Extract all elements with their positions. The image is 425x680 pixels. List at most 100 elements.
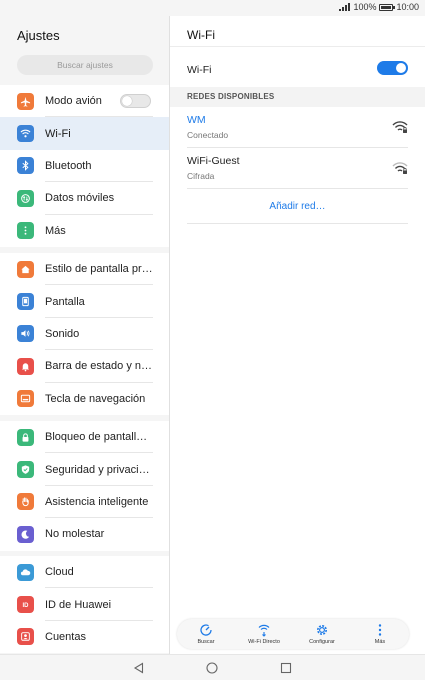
status-bar: 100% 10:00 (0, 0, 425, 16)
sidebar-item-label: Estilo de pantalla principal (45, 263, 153, 276)
lock-icon (17, 428, 34, 446)
svg-text:ID: ID (23, 603, 30, 609)
title-divider (170, 46, 425, 47)
settings-gear-icon (317, 625, 327, 635)
home-icon (17, 260, 34, 278)
sidebar-item-navigation-key[interactable]: Tecla de navegación (0, 383, 169, 415)
status-indicators: 100% 10:00 (339, 2, 419, 12)
network-item-wm[interactable]: WM Conectado (187, 108, 408, 148)
refresh-search-icon (200, 624, 212, 636)
wifi-toggle-switch[interactable] (377, 61, 408, 75)
wifi-locked-signal-icon (392, 162, 408, 174)
wifi-icon (17, 125, 34, 143)
sidebar-item-label: Bloqueo de pantalla y contraseñas (45, 431, 153, 444)
bluetooth-icon (17, 157, 34, 175)
sidebar-item-label: ID de Huawei (45, 598, 112, 611)
settings-group-display: Estilo de pantalla principal Pantalla So… (0, 253, 169, 415)
add-network-button[interactable]: Añadir red… (187, 198, 408, 224)
wifi-toggle-row[interactable]: Wi-Fi (187, 60, 408, 76)
sidebar-item-label: Seguridad y privacidad (45, 463, 153, 476)
sidebar-item-wifi[interactable]: Wi-Fi (0, 117, 169, 150)
network-status: Conectado (187, 130, 229, 140)
add-network-label: Añadir red… (269, 201, 326, 212)
airplane-icon (17, 92, 34, 110)
more-options-button[interactable]: Más (354, 623, 406, 645)
sidebar-item-sound[interactable]: Sonido (0, 318, 169, 351)
sidebar-item-huawei-id[interactable]: ID ID de Huawei (0, 588, 169, 621)
id-icon: ID (17, 596, 34, 614)
recent-apps-icon[interactable] (279, 661, 293, 675)
more-icon (17, 222, 34, 240)
row-divider (187, 188, 408, 189)
settings-group-accounts: Cloud ID ID de Huawei Cuentas (0, 556, 169, 654)
settings-group-security: Bloqueo de pantalla y contraseñas Seguri… (0, 421, 169, 551)
sidebar-item-label: Bluetooth (45, 159, 92, 172)
nav-key-icon (17, 390, 34, 408)
section-header: REDES DISPONIBLES (170, 87, 425, 107)
configure-button[interactable]: Configurar (296, 623, 348, 645)
sidebar-item-home-screen-style[interactable]: Estilo de pantalla principal (0, 253, 169, 286)
search-networks-button[interactable]: Buscar (180, 623, 232, 645)
sidebar-item-display[interactable]: Pantalla (0, 285, 169, 318)
sidebar-item-label: Wi-Fi (45, 127, 71, 140)
sidebar-item-label: No molestar (45, 528, 105, 541)
section-header-label: REDES DISPONIBLES (187, 92, 275, 101)
home-circle-icon[interactable] (205, 661, 219, 675)
sidebar-item-label: Sonido (45, 327, 80, 340)
sidebar-item-smart-assistance[interactable]: Asistencia inteligente (0, 486, 169, 519)
panel-divider (169, 16, 170, 654)
sidebar-item-label: Barra de estado y notificaciones (45, 360, 153, 373)
shield-icon (17, 461, 34, 479)
bottom-toolbar: Buscar Wi-Fi Directo Configurar Más (177, 619, 409, 649)
network-name: WiFi-Guest (187, 155, 240, 167)
network-item-wifi-guest[interactable]: WiFi-Guest Cifrada (187, 149, 408, 189)
toolbar-label: Wi-Fi Directo (248, 639, 280, 645)
wifi-direct-icon (258, 624, 270, 637)
bell-icon (17, 357, 34, 375)
sidebar-item-accounts[interactable]: Cuentas (0, 621, 169, 653)
row-divider (187, 147, 408, 148)
sidebar-item-cloud[interactable]: Cloud (0, 556, 169, 589)
sidebar-item-status-bar-notifications[interactable]: Barra de estado y notificaciones (0, 350, 169, 383)
sidebar-item-label: Cuentas (45, 630, 86, 643)
sidebar-item-mobile-data[interactable]: Datos móviles (0, 182, 169, 215)
wifi-locked-signal-icon (392, 121, 408, 133)
sidebar-item-label: Tecla de navegación (45, 392, 146, 405)
settings-title: Ajustes (17, 28, 60, 43)
cloud-icon (17, 563, 34, 581)
battery-percent: 100% (353, 2, 377, 12)
toolbar-label: Configurar (309, 639, 335, 645)
sidebar-item-airplane-mode[interactable]: Modo avión (0, 85, 169, 118)
search-input[interactable]: Buscar ajustes (17, 55, 153, 75)
sidebar-item-more[interactable]: Más (0, 215, 169, 247)
wifi-toggle-label: Wi-Fi (187, 64, 212, 76)
toolbar-label: Buscar (197, 639, 215, 645)
page-title: Wi-Fi (187, 28, 215, 42)
network-status: Cifrada (187, 171, 215, 181)
sidebar-item-label: Datos móviles (45, 192, 115, 205)
sidebar-item-label: Más (45, 224, 66, 237)
signal-icon (339, 3, 351, 11)
sidebar-item-bluetooth[interactable]: Bluetooth (0, 150, 169, 183)
network-name: WM (187, 114, 206, 126)
hand-icon (17, 493, 34, 511)
sidebar-item-screen-lock[interactable]: Bloqueo de pantalla y contraseñas (0, 421, 169, 454)
sound-icon (17, 325, 34, 343)
back-icon[interactable] (132, 661, 146, 675)
sidebar-item-label: Cloud (45, 566, 74, 579)
sidebar-item-label: Asistencia inteligente (45, 495, 149, 508)
settings-group-connectivity: Modo avión Wi-Fi Bluetooth Datos móviles (0, 85, 169, 247)
airplane-mode-toggle[interactable] (120, 94, 151, 109)
sidebar-item-do-not-disturb[interactable]: No molestar (0, 518, 169, 550)
display-icon (17, 293, 34, 311)
toolbar-label: Más (374, 639, 386, 645)
sidebar-item-security-privacy[interactable]: Seguridad y privacidad (0, 453, 169, 486)
settings-list-panel: Ajustes Buscar ajustes Modo avión Wi-Fi … (0, 16, 169, 654)
wifi-direct-button[interactable]: Wi-Fi Directo (238, 623, 290, 645)
account-icon (17, 628, 34, 646)
battery-icon (379, 3, 396, 11)
mobile-data-icon (17, 189, 34, 207)
more-vertical-icon (378, 624, 382, 636)
moon-icon (17, 525, 34, 543)
row-divider (187, 223, 408, 224)
